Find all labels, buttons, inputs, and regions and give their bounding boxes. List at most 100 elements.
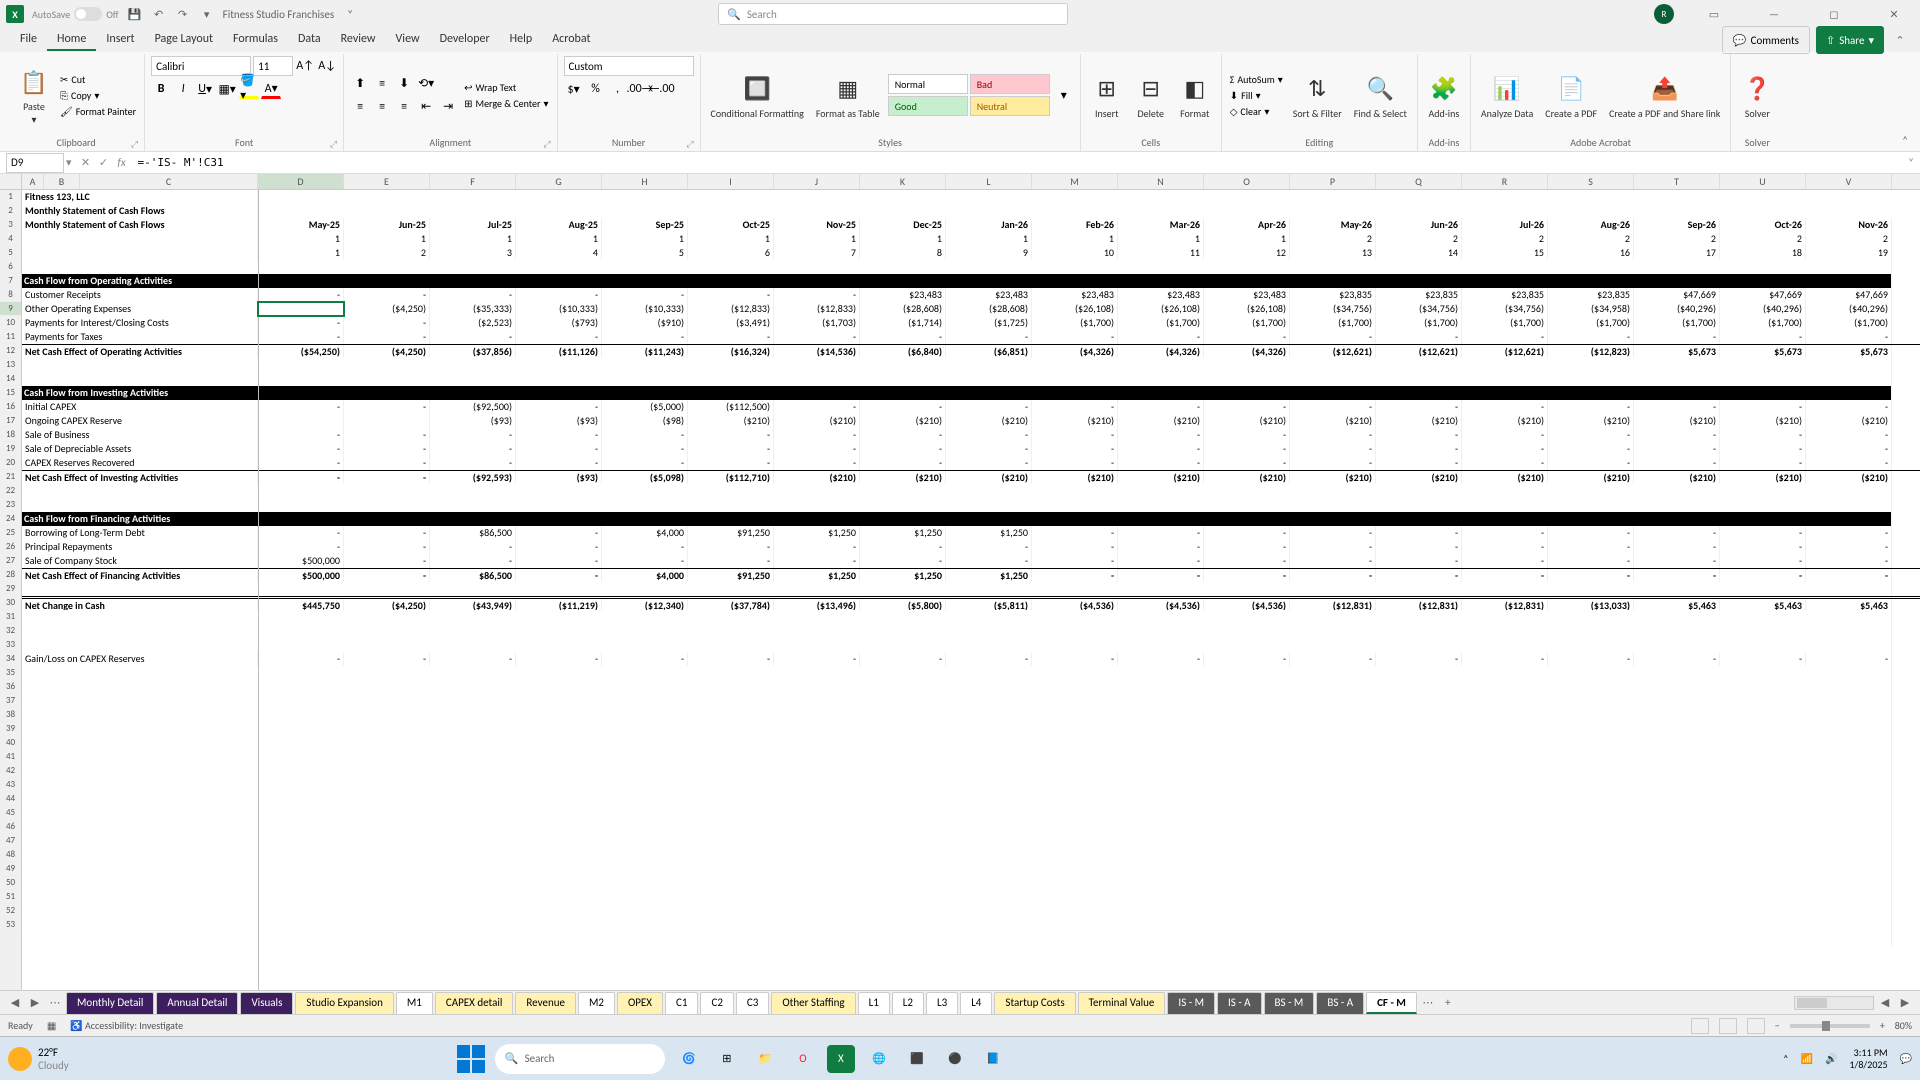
cell-data[interactable]: 6 xyxy=(688,246,774,260)
date-header[interactable]: Mar-26 xyxy=(1118,218,1204,232)
create-pdf-share-button[interactable]: 📤Create a PDF and Share link xyxy=(1605,69,1724,122)
row-header-4[interactable]: 4 xyxy=(0,232,21,246)
cell-data[interactable]: ($12,340) xyxy=(602,599,688,610)
cell-data[interactable]: ($28,608) xyxy=(860,302,946,316)
cell-data[interactable]: ($5,000) xyxy=(602,400,688,414)
cell-data[interactable]: ($12,833) xyxy=(688,302,774,316)
row-header-5[interactable]: 5 xyxy=(0,246,21,260)
statement-title[interactable]: Monthly Statement of Cash Flows xyxy=(22,218,258,232)
grid-row[interactable] xyxy=(22,680,1920,694)
row-label[interactable]: Net Cash Effect of Operating Activities xyxy=(22,345,258,358)
align-center-icon[interactable]: ≡ xyxy=(372,97,392,117)
cell-data[interactable]: - xyxy=(1290,554,1376,568)
cell-data[interactable]: - xyxy=(1806,456,1892,470)
grid-row[interactable]: Fitness 123, LLC xyxy=(22,190,1920,204)
insert-cells-button[interactable]: ⊞Insert xyxy=(1087,69,1127,122)
cell-data[interactable]: - xyxy=(344,652,430,666)
cell-data[interactable]: - xyxy=(1462,428,1548,442)
col-header-T[interactable]: T xyxy=(1634,174,1720,189)
cell-data[interactable]: 1 xyxy=(860,232,946,246)
cell-data[interactable]: ($112,710) xyxy=(688,471,774,484)
cell-data[interactable]: - xyxy=(1720,652,1806,666)
cell-data[interactable]: - xyxy=(258,456,344,470)
cell-data[interactable]: - xyxy=(1376,400,1462,414)
cell-data[interactable]: ($1,714) xyxy=(860,316,946,330)
cell-data[interactable]: - xyxy=(344,569,430,582)
cell-data[interactable]: ($26,108) xyxy=(1118,302,1204,316)
cell-data[interactable]: - xyxy=(1634,569,1720,582)
cell-data[interactable]: $1,250 xyxy=(860,569,946,582)
cell-data[interactable]: 1 xyxy=(258,246,344,260)
cell-data[interactable]: - xyxy=(602,428,688,442)
cell-data[interactable]: 1 xyxy=(946,232,1032,246)
cell-data[interactable]: - xyxy=(1118,400,1204,414)
section-header[interactable]: Cash Flow from Investing Activities xyxy=(22,386,1892,400)
cell-data[interactable]: - xyxy=(1720,456,1806,470)
clear-button[interactable]: ◇ Clear ▾ xyxy=(1228,104,1285,119)
cell-data[interactable]: 2 xyxy=(1634,232,1720,246)
cell-data[interactable]: 2 xyxy=(1720,232,1806,246)
cell-data[interactable]: - xyxy=(1548,554,1634,568)
row-header-26[interactable]: 26 xyxy=(0,540,21,554)
grid-row[interactable]: Net Cash Effect of Operating Activities (… xyxy=(22,344,1920,358)
app3-icon[interactable]: 📘 xyxy=(979,1045,1007,1073)
grid-row[interactable] xyxy=(22,610,1920,624)
menu-home[interactable]: Home xyxy=(47,29,96,51)
cell-data[interactable]: ($13,033) xyxy=(1548,599,1634,610)
cell-data[interactable]: 1 xyxy=(430,232,516,246)
cell-data[interactable]: ($13,496) xyxy=(774,599,860,610)
app2-icon[interactable]: ⚫ xyxy=(941,1045,969,1073)
cell-data[interactable]: ($1,700) xyxy=(1462,316,1548,330)
row-header-3[interactable]: 3 xyxy=(0,218,21,232)
fill-button[interactable]: ⬇ Fill ▾ xyxy=(1228,88,1285,103)
cell-data[interactable]: - xyxy=(774,428,860,442)
cell-data[interactable]: ($28,608) xyxy=(946,302,1032,316)
cell-data[interactable]: - xyxy=(344,456,430,470)
qat-dropdown-icon[interactable]: ▾ xyxy=(199,6,215,22)
menu-formulas[interactable]: Formulas xyxy=(223,29,288,51)
align-top-icon[interactable]: ⬆ xyxy=(350,74,370,94)
sort-filter-button[interactable]: ⇅Sort & Filter xyxy=(1289,69,1346,122)
row-header-16[interactable]: 16 xyxy=(0,400,21,414)
cell-data[interactable]: ($210) xyxy=(1720,471,1806,484)
cell-data[interactable]: - xyxy=(1032,526,1118,540)
cell-data[interactable]: ($6,851) xyxy=(946,345,1032,358)
col-header-C[interactable]: C xyxy=(80,174,258,189)
cell-data[interactable]: - xyxy=(344,442,430,456)
border-button[interactable]: ▦▾ xyxy=(217,79,237,99)
cell-data[interactable]: ($1,703) xyxy=(774,316,860,330)
date-header[interactable]: Sep-26 xyxy=(1634,218,1720,232)
date-header[interactable]: Sep-25 xyxy=(602,218,688,232)
cell-data[interactable]: - xyxy=(1204,442,1290,456)
cell-data[interactable]: ($2,523) xyxy=(430,316,516,330)
cell-data[interactable]: $47,669 xyxy=(1634,288,1720,302)
cell-data[interactable]: ($210) xyxy=(1204,414,1290,428)
cell-data[interactable]: ($210) xyxy=(1634,414,1720,428)
cell-data[interactable]: - xyxy=(1204,330,1290,344)
conditional-formatting-button[interactable]: 🔲Conditional Formatting xyxy=(707,69,808,122)
cell-data[interactable]: - xyxy=(1462,554,1548,568)
row-header-28[interactable]: 28 xyxy=(0,568,21,582)
cell-data[interactable]: ($210) xyxy=(1118,471,1204,484)
cell-data[interactable]: - xyxy=(774,400,860,414)
volume-icon[interactable]: 🔊 xyxy=(1825,1052,1837,1065)
cell-data[interactable]: 19 xyxy=(1806,246,1892,260)
cell-data[interactable]: - xyxy=(1204,428,1290,442)
cell-data[interactable]: $47,669 xyxy=(1806,288,1892,302)
cell-data[interactable]: ($210) xyxy=(1462,414,1548,428)
cell-data[interactable]: 1 xyxy=(688,232,774,246)
cell-data[interactable]: ($40,296) xyxy=(1634,302,1720,316)
cell-data[interactable]: - xyxy=(258,652,344,666)
grid-row[interactable]: Payments for Interest/Closing Costs--($2… xyxy=(22,316,1920,330)
cell-data[interactable]: - xyxy=(1290,526,1376,540)
cell-data[interactable]: - xyxy=(1806,554,1892,568)
grid-row[interactable]: Initial CAPEX--($92,500)-($5,000)($112,5… xyxy=(22,400,1920,414)
cell-data[interactable]: ($26,108) xyxy=(1032,302,1118,316)
cell-data[interactable]: - xyxy=(1634,456,1720,470)
row-header-11[interactable]: 11 xyxy=(0,330,21,344)
cell-data[interactable]: ($793) xyxy=(516,316,602,330)
cell-data[interactable]: ($210) xyxy=(1032,471,1118,484)
col-header-G[interactable]: G xyxy=(516,174,602,189)
cell-data[interactable]: - xyxy=(1806,428,1892,442)
cell-data[interactable]: - xyxy=(1204,540,1290,554)
